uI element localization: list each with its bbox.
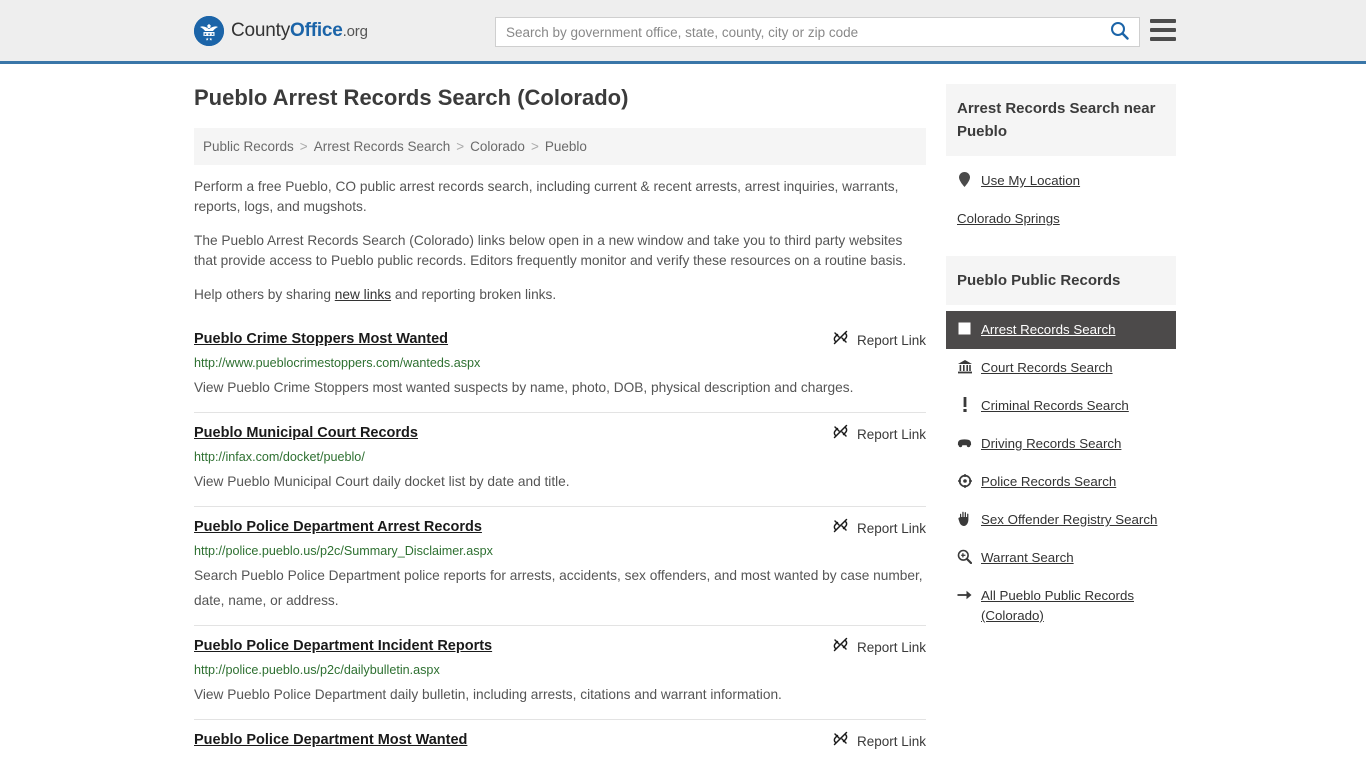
sidebar-item-police-records-search[interactable]: Police Records Search [946,463,1176,501]
exclamation-icon [957,396,972,413]
sidebar-item-label: Colorado Springs [957,211,1060,226]
result-title-link[interactable]: Pueblo Police Department Arrest Records [194,517,482,537]
results-list: Pueblo Crime Stoppers Most Wanted Report… [194,319,926,764]
result-url: http://infax.com/docket/pueblo/ [194,450,365,464]
report-link-label: Report Link [856,426,926,442]
breadcrumb-separator: > [456,139,465,154]
search-icon [1110,21,1129,43]
logo-text-county: County [231,19,291,41]
broken-link-icon [832,329,849,351]
sidebar-item-label: Warrant Search [981,550,1074,565]
intro-paragraph-2: The Pueblo Arrest Records Search (Colora… [194,233,907,268]
intro-paragraph-1: Perform a free Pueblo, CO public arrest … [194,179,899,214]
sidebar-item-driving-records-search[interactable]: Driving Records Search [946,425,1176,463]
broken-link-icon [832,423,849,445]
sidebar-item-label: Police Records Search [981,474,1117,489]
sidebar-item-label: Criminal Records Search [981,398,1129,413]
result-item: Pueblo Crime Stoppers Most Wanted Report… [194,319,926,413]
courthouse-icon [957,358,972,375]
result-url: http://police.pueblo.us/p2c/dailybulleti… [194,663,440,677]
broken-link-icon [832,730,849,752]
intro-p3-after: and reporting broken links. [391,287,557,302]
sidebar-item-colorado-springs[interactable]: Colorado Springs [946,200,1176,238]
breadcrumb-item-arrest-records-search[interactable]: Arrest Records Search [314,139,451,154]
sidebar-item-sex-offender-registry-search[interactable]: Sex Offender Registry Search [946,501,1176,539]
result-description: View Pueblo Crime Stoppers most wanted s… [194,380,854,395]
result-url: http://www.pueblocrimestoppers.com/wante… [194,356,481,370]
sidebar-item-label: Court Records Search [981,360,1113,375]
result-url: http://police.pueblo.us/p2c/Summary_Disc… [194,544,493,558]
report-link-button[interactable]: Report Link [832,329,926,351]
magnifier-plus-icon [957,548,972,565]
result-description: View Pueblo Police Department daily bull… [194,687,782,702]
new-links-link[interactable]: new links [335,287,391,302]
arrow-right-icon [957,586,972,603]
sidebar-item-use-my-location[interactable]: Use My Location [946,162,1176,200]
breadcrumb-separator: > [530,139,539,154]
report-link-button[interactable]: Report Link [832,423,926,445]
sidebar-item-court-records-search[interactable]: Court Records Search [946,349,1176,387]
breadcrumb-item-colorado[interactable]: Colorado [470,139,525,154]
search-input[interactable] [496,18,1099,46]
result-title-link[interactable]: Pueblo Police Department Most Wanted [194,730,467,750]
sidebar-item-label: Use My Location [981,173,1081,188]
sidebar-near-heading: Arrest Records Search near Pueblo [946,84,1176,156]
sidebar-item-criminal-records-search[interactable]: Criminal Records Search [946,387,1176,425]
sidebar-item-label: Driving Records Search [981,436,1122,451]
intro-paragraph-3: Help others by sharing new links and rep… [194,285,926,305]
breadcrumb-item-public-records[interactable]: Public Records [203,139,294,154]
sidebar-item-all-pueblo-public-records[interactable]: All Pueblo Public Records (Colorado) [946,577,1176,635]
report-link-button[interactable]: Report Link [832,636,926,658]
site-header: ★★★ ★★ CountyOffice.org [0,0,1366,64]
site-logo-text: CountyOffice.org [231,20,368,42]
hand-icon [957,510,972,527]
result-title-link[interactable]: Pueblo Police Department Incident Report… [194,636,492,656]
handcuffs-square-icon [957,320,972,337]
eagle-seal-icon: ★★★ ★★ [194,15,224,46]
intro-text: Perform a free Pueblo, CO public arrest … [194,177,926,305]
result-item: Pueblo Municipal Court Records Report Li… [194,413,926,507]
search-button[interactable] [1099,18,1139,46]
sidebar: Arrest Records Search near Pueblo Use My… [946,84,1176,764]
sidebar-records-box: Pueblo Public Records Arrest Records Sea… [946,256,1176,635]
page-title: Pueblo Arrest Records Search (Colorado) [194,85,629,110]
result-title-link[interactable]: Pueblo Crime Stoppers Most Wanted [194,329,448,349]
result-description: View Pueblo Municipal Court daily docket… [194,474,570,489]
main-column: Pueblo Arrest Records Search (Colorado) … [194,84,926,764]
sidebar-item-label: All Pueblo Public Records (Colorado) [981,588,1134,623]
breadcrumb: Public Records > Arrest Records Search > Col… [194,128,926,165]
result-item: Pueblo Police Department Arrest Records … [194,507,926,626]
sidebar-item-label: Sex Offender Registry Search [981,512,1158,527]
report-link-button[interactable]: Report Link [832,517,926,539]
result-description: Search Pueblo Police Department police r… [194,568,923,608]
sidebar-item-arrest-records-search[interactable]: Arrest Records Search [946,311,1176,349]
breadcrumb-item-pueblo[interactable]: Pueblo [545,139,587,154]
sidebar-near-box: Arrest Records Search near Pueblo Use My… [946,84,1176,238]
broken-link-icon [832,636,849,658]
report-link-label: Report Link [856,639,926,655]
broken-link-icon [832,517,849,539]
search-bar[interactable] [495,17,1140,47]
hamburger-menu-icon[interactable] [1150,19,1176,41]
breadcrumb-separator: > [299,139,308,154]
report-link-label: Report Link [856,520,926,536]
result-title-link[interactable]: Pueblo Municipal Court Records [194,423,418,443]
logo-text-tld: .org [342,22,368,40]
sidebar-item-warrant-search[interactable]: Warrant Search [946,539,1176,577]
car-icon [957,434,972,451]
intro-p3-before: Help others by sharing [194,287,335,302]
sidebar-records-heading: Pueblo Public Records [946,256,1176,305]
site-logo[interactable]: ★★★ ★★ CountyOffice.org [194,15,368,46]
police-badge-icon [957,472,972,489]
report-link-button[interactable]: Report Link [832,730,926,752]
result-item: Pueblo Police Department Most Wanted Rep… [194,720,926,764]
report-link-label: Report Link [856,332,926,348]
page-container: Pueblo Arrest Records Search (Colorado) … [0,64,1366,764]
sidebar-item-label: Arrest Records Search [981,322,1116,337]
svg-text:★★: ★★ [205,36,213,41]
map-pin-icon [957,171,972,188]
logo-text-office: Office [290,19,343,41]
report-link-label: Report Link [856,733,926,749]
result-item: Pueblo Police Department Incident Report… [194,626,926,720]
